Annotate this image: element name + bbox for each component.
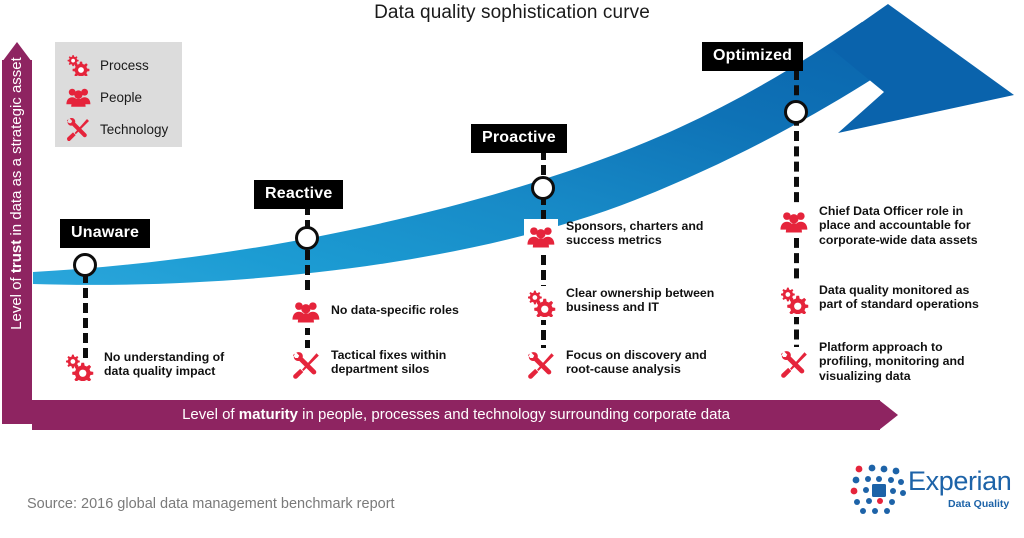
gears-icon bbox=[65, 53, 91, 77]
infographic-canvas: Data quality sophistication curve Level … bbox=[0, 0, 1024, 538]
bullet-line: data quality impact bbox=[104, 364, 216, 379]
bullet-proactive-2: Clear ownership between business and IT bbox=[524, 286, 754, 320]
bullet-text: Tactical fixes within department silos bbox=[331, 348, 446, 377]
bullet-line: No understanding of bbox=[104, 350, 225, 364]
stage-label-proactive: Proactive bbox=[471, 124, 567, 153]
source-note: Source: 2016 global data management benc… bbox=[27, 496, 395, 512]
experian-dot-mark bbox=[850, 464, 906, 514]
bullet-line: Focus on discovery and bbox=[566, 348, 707, 362]
tools-icon bbox=[777, 347, 811, 382]
bullet-text: Focus on discovery and root-cause analys… bbox=[566, 348, 707, 377]
bullet-optimized-2: Data quality monitored as part of standa… bbox=[777, 283, 1017, 317]
bullet-line: Clear ownership between bbox=[566, 286, 715, 300]
bullet-line: Platform approach to bbox=[819, 340, 943, 354]
bullet-reactive-1: No data-specific roles bbox=[289, 294, 489, 328]
experian-logo: Experian Data Quality bbox=[850, 462, 1012, 524]
bullet-reactive-2: Tactical fixes within department silos bbox=[289, 348, 489, 382]
x-axis-label-bold: maturity bbox=[238, 406, 298, 423]
bullet-text: No data-specific roles bbox=[331, 294, 459, 317]
people-icon bbox=[524, 219, 558, 253]
tools-icon bbox=[65, 117, 91, 141]
bullet-proactive-1: Sponsors, charters and success metrics bbox=[524, 219, 754, 253]
bullet-proactive-3: Focus on discovery and root-cause analys… bbox=[524, 348, 754, 382]
x-axis-arrowhead bbox=[879, 400, 898, 430]
y-axis-label: Level of trust in data as a strategic as… bbox=[8, 1, 25, 386]
bullet-line: business and IT bbox=[566, 300, 659, 315]
stage-node-reactive bbox=[295, 226, 319, 250]
bullet-line: Data quality monitored as bbox=[819, 283, 970, 297]
stage-label-unaware: Unaware bbox=[60, 219, 151, 248]
x-axis: Level of maturity in people, processes a… bbox=[32, 400, 898, 430]
tools-icon bbox=[289, 348, 323, 382]
page-title: Data quality sophistication curve bbox=[374, 2, 650, 23]
bullet-line: corporate-wide data assets bbox=[819, 232, 978, 247]
x-axis-label: Level of maturity in people, processes a… bbox=[32, 400, 880, 430]
bullet-line: No data-specific roles bbox=[331, 303, 459, 317]
bullet-line: profiling, monitoring and bbox=[819, 354, 965, 369]
experian-wordmark: Experian bbox=[908, 466, 1012, 496]
legend-label-people: People bbox=[100, 89, 143, 105]
bullet-text: Sponsors, charters and success metrics bbox=[566, 219, 703, 248]
bullet-line: success metrics bbox=[566, 233, 662, 248]
bullet-optimized-1: Chief Data Officer role in place and acc… bbox=[777, 204, 1017, 247]
x-axis-label-prefix: Level of bbox=[182, 406, 239, 423]
people-icon bbox=[777, 204, 811, 238]
x-axis-label-suffix: in people, processes and technology surr… bbox=[297, 406, 730, 423]
gears-icon bbox=[62, 350, 96, 384]
legend-label-process: Process bbox=[100, 57, 149, 73]
legend-item-technology: Technology bbox=[65, 114, 182, 144]
bullet-optimized-3: Platform approach to profiling, monitori… bbox=[777, 340, 1017, 383]
bullet-text: Clear ownership between business and IT bbox=[566, 286, 714, 315]
y-axis-label-bold: trust bbox=[8, 239, 25, 274]
tools-icon bbox=[524, 348, 558, 382]
legend-label-technology: Technology bbox=[100, 121, 169, 137]
stage-label-optimized: Optimized bbox=[702, 42, 804, 71]
bullet-unaware-1: No understanding of data quality impact bbox=[62, 350, 262, 384]
bullet-line: department silos bbox=[331, 362, 430, 377]
experian-tagline: Data Quality bbox=[948, 498, 1010, 510]
stage-node-optimized bbox=[784, 100, 808, 124]
bullet-text: Chief Data Officer role in place and acc… bbox=[819, 204, 978, 247]
gears-icon bbox=[777, 283, 811, 317]
gears-icon bbox=[524, 286, 558, 320]
bullet-line: place and accountable for bbox=[819, 218, 971, 233]
bullet-line: Chief Data Officer role in bbox=[819, 204, 964, 218]
bullet-line: root-cause analysis bbox=[566, 362, 681, 377]
stage-label-reactive: Reactive bbox=[254, 180, 344, 209]
bullet-text: Platform approach to profiling, monitori… bbox=[819, 340, 965, 383]
legend: Process People Technology bbox=[55, 42, 182, 147]
y-axis-label-prefix: Level of bbox=[8, 273, 25, 330]
bullet-line: part of standard operations bbox=[819, 297, 979, 312]
legend-item-process: Process bbox=[65, 50, 182, 80]
people-icon bbox=[65, 85, 91, 109]
bullet-line: visualizing data bbox=[819, 368, 911, 383]
bullet-text: Data quality monitored as part of standa… bbox=[819, 283, 979, 312]
y-axis-label-suffix: in data as a strategic asset bbox=[8, 57, 25, 240]
legend-item-people: People bbox=[65, 82, 182, 112]
people-icon bbox=[289, 294, 323, 328]
bullet-text: No understanding of data quality impact bbox=[104, 350, 224, 379]
bullet-line: Sponsors, charters and bbox=[566, 219, 704, 233]
stage-node-proactive bbox=[531, 176, 555, 200]
stage-node-unaware bbox=[73, 253, 97, 277]
bullet-line: Tactical fixes within bbox=[331, 348, 447, 362]
